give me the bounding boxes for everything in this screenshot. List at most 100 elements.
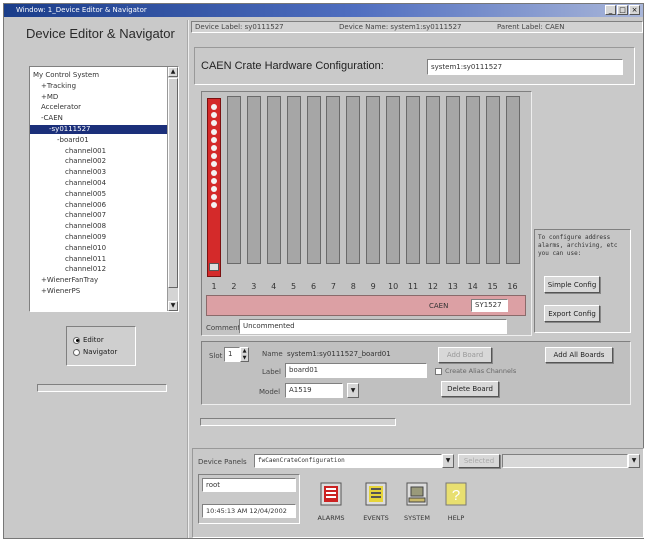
system-button[interactable] xyxy=(406,482,428,506)
create-alias-checkbox[interactable]: Create Alias Channels xyxy=(435,367,516,375)
tree-item[interactable]: -board01 xyxy=(57,136,89,145)
board-model-select[interactable]: A1519 xyxy=(285,383,343,398)
slot-number: 14 xyxy=(467,282,478,291)
create-alias-label: Create Alias Channels xyxy=(445,367,517,375)
close-button[interactable]: × xyxy=(629,5,640,15)
device-panels-dropdown-icon[interactable]: ▼ xyxy=(442,454,454,468)
datetime-field: 10:45:13 AM 12/04/2002 xyxy=(202,504,296,518)
crate-slot-13[interactable] xyxy=(445,96,460,264)
crate-slot-11[interactable] xyxy=(406,96,420,264)
crate-slot-6[interactable] xyxy=(306,96,321,264)
crate-slot-3[interactable] xyxy=(246,96,261,264)
tree-scrollbar[interactable]: ▲ ▼ xyxy=(167,67,178,311)
slot-number: 12 xyxy=(427,282,438,291)
tree-item[interactable]: +Tracking xyxy=(41,82,76,91)
left-progress-bar xyxy=(37,384,167,392)
tree-item[interactable]: channel007 xyxy=(65,211,106,220)
device-label-caption: Device Label: sy0111527 xyxy=(195,23,284,31)
tree-item[interactable]: channel005 xyxy=(65,190,106,199)
channel-led xyxy=(211,202,217,209)
alarms-button[interactable] xyxy=(320,482,342,506)
tree-item[interactable]: channel010 xyxy=(65,244,106,253)
radio-navigator[interactable]: Navigator xyxy=(73,348,117,356)
tree-item[interactable]: Accelerator xyxy=(41,103,81,112)
crate-slot-12[interactable] xyxy=(425,96,440,264)
tree-item[interactable]: channel003 xyxy=(65,168,106,177)
scroll-down-arrow-icon[interactable]: ▼ xyxy=(168,301,178,311)
secondary-select[interactable] xyxy=(502,454,628,468)
channel-led xyxy=(211,120,217,127)
minimize-button[interactable]: _ xyxy=(605,5,616,15)
scroll-up-arrow-icon[interactable]: ▲ xyxy=(168,67,178,77)
slot-number: 6 xyxy=(310,282,317,291)
add-all-boards-button[interactable]: Add All Boards xyxy=(545,347,613,363)
events-button[interactable] xyxy=(365,482,387,506)
tree-item[interactable]: channel011 xyxy=(65,255,106,264)
crate-model-field[interactable]: SY1527 xyxy=(471,299,508,312)
slot-label: Slot xyxy=(209,352,223,360)
tree-item[interactable]: channel001 xyxy=(65,147,106,156)
window-title: Window: 1_Device Editor & Navigator xyxy=(16,6,147,14)
tree-item[interactable]: +WienerPS xyxy=(41,287,80,296)
simple-config-button[interactable]: Simple Config xyxy=(544,276,600,293)
crate-slot-14[interactable] xyxy=(465,96,480,264)
channel-led xyxy=(211,161,217,168)
help-label: HELP xyxy=(447,514,465,522)
crate-slot-8[interactable] xyxy=(346,96,361,264)
channel-led xyxy=(211,128,217,135)
tree-item[interactable]: channel002 xyxy=(65,157,106,166)
slot-spinner-input[interactable]: 1 xyxy=(224,347,240,362)
radio-unselected-icon xyxy=(73,348,80,356)
tree-item[interactable]: channel008 xyxy=(65,222,106,231)
tree-item[interactable]: channel012 xyxy=(65,265,106,274)
tree-item[interactable]: channel004 xyxy=(65,179,106,188)
comment-input[interactable]: Uncommented xyxy=(239,319,507,334)
tree-item[interactable]: channel009 xyxy=(65,233,106,242)
board-label-input[interactable]: board01 xyxy=(285,363,427,378)
scroll-thumb[interactable] xyxy=(168,78,178,288)
crate-slot-2[interactable] xyxy=(226,96,241,264)
add-board-button[interactable]: Add Board xyxy=(438,347,492,363)
crate-slot-16[interactable] xyxy=(505,96,520,264)
comment-label: Comment xyxy=(206,324,241,332)
panel-divider xyxy=(187,20,189,538)
device-panels-select[interactable]: fwCaenCrateConfiguration xyxy=(254,454,442,468)
selected-button[interactable]: Selected xyxy=(458,454,500,468)
slot-number: 13 xyxy=(447,282,458,291)
tree-item[interactable]: -sy0111527 xyxy=(30,125,168,134)
slot-number: 8 xyxy=(350,282,356,291)
tree-item[interactable]: +WienerFanTray xyxy=(41,276,98,285)
export-config-button[interactable]: Export Config xyxy=(544,305,600,322)
tree-item[interactable]: +MD xyxy=(41,93,58,102)
system-label: SYSTEM xyxy=(404,514,430,522)
slot-number: 16 xyxy=(507,282,518,291)
slot-spinner-arrows-icon[interactable]: ▲ ▼ xyxy=(240,347,249,362)
device-tree[interactable]: My Control System +Tracking +MD Accelerator… xyxy=(29,66,179,312)
secondary-dropdown-icon[interactable]: ▼ xyxy=(628,454,640,468)
slot-number: 5 xyxy=(291,282,297,291)
crate-slot-15[interactable] xyxy=(485,96,500,264)
device-panels-label: Device Panels xyxy=(198,458,247,466)
model-dropdown-arrow-icon[interactable]: ▼ xyxy=(347,383,359,398)
crate-slot-5[interactable] xyxy=(286,96,301,264)
label-label: Label xyxy=(262,368,281,376)
radio-editor-label: Editor xyxy=(83,336,104,344)
help-question-icon: ? xyxy=(445,482,467,506)
crate-slot-4[interactable] xyxy=(266,96,281,264)
slot-number: 9 xyxy=(370,282,376,291)
help-button[interactable]: ? xyxy=(445,482,467,506)
maximize-button[interactable]: □ xyxy=(617,5,628,15)
tree-item[interactable]: channel006 xyxy=(65,201,106,210)
radio-editor[interactable]: Editor xyxy=(73,336,104,344)
device-info-strip: Device Label: sy0111527 Device Name: sys… xyxy=(191,21,643,33)
delete-board-button[interactable]: Delete Board xyxy=(441,381,499,397)
tree-item[interactable]: -CAEN xyxy=(41,114,63,123)
crate-slot-9[interactable] xyxy=(366,96,381,264)
title-frame xyxy=(194,47,635,85)
crate-slot-7[interactable] xyxy=(326,96,341,264)
window-titlebar: Window: 1_Device Editor & Navigator _ □ … xyxy=(4,4,643,17)
tree-item[interactable]: My Control System xyxy=(33,71,99,80)
crate-slot-1[interactable] xyxy=(207,98,221,277)
device-name-caption: Device Name: system1:sy0111527 xyxy=(339,23,462,31)
crate-slot-10[interactable] xyxy=(386,96,401,264)
